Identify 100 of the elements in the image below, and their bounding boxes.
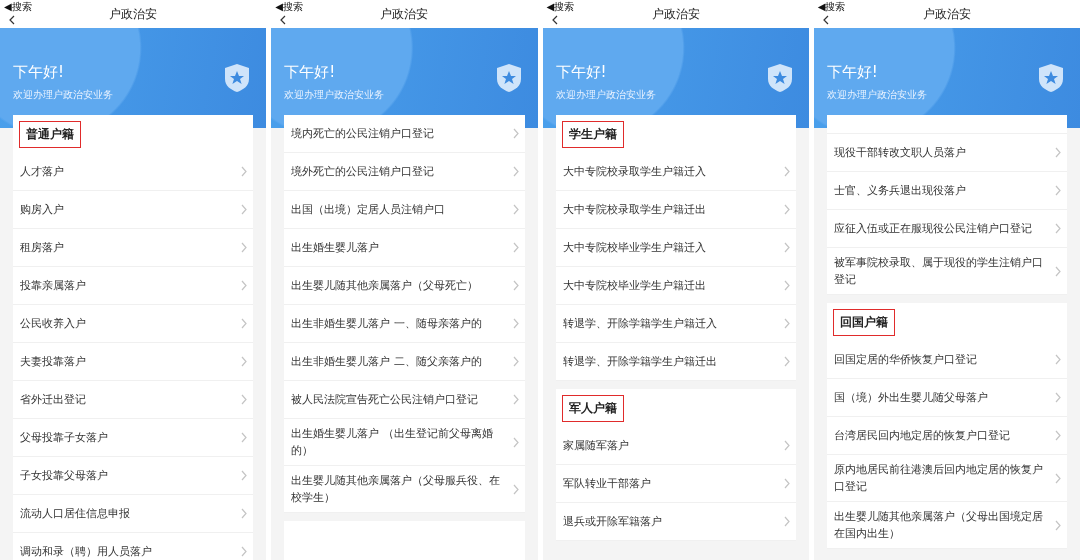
- list-item[interactable]: 大中专院校录取学生户籍迁出: [555, 191, 796, 229]
- list-item[interactable]: 转退学、开除学籍学生户籍迁入: [555, 305, 796, 343]
- chevron-icon: [512, 483, 519, 495]
- back-link[interactable]: ◀搜索: [4, 1, 32, 13]
- back-link[interactable]: ◀搜索: [546, 1, 575, 13]
- list-item[interactable]: 现役干部转改文职人员落户: [826, 134, 1067, 172]
- page-title: 户政治安: [109, 5, 158, 23]
- list-item[interactable]: 公民收养入户: [13, 305, 254, 343]
- list-item[interactable]: 境内死亡的公民注销户口登记: [284, 115, 525, 153]
- list-item[interactable]: 出生非婚生婴儿落户 一、随母亲落户的: [284, 305, 525, 343]
- chevron-icon: [512, 128, 519, 139]
- shield-star-icon: [1038, 63, 1064, 93]
- list-item[interactable]: 被人民法院宣告死亡公民注销户口登记: [284, 381, 525, 419]
- list-item[interactable]: 父母投靠子女落户: [13, 419, 254, 457]
- chevron-icon: [783, 204, 790, 215]
- page-title: 户政治安: [922, 5, 971, 23]
- list-item[interactable]: 出国（出境）定居人员注销户口: [284, 191, 525, 229]
- chevron-icon: [241, 318, 248, 329]
- list-item[interactable]: 被军事院校录取、属于现役的学生注销户口登记: [826, 248, 1067, 295]
- chevron-icon: [783, 440, 790, 451]
- chevron-icon: [1055, 223, 1061, 234]
- back-icon[interactable]: [821, 15, 830, 25]
- list-item[interactable]: 夫妻投靠落户: [13, 343, 254, 381]
- back-icon[interactable]: [279, 15, 288, 25]
- chevron-icon: [512, 280, 519, 291]
- section-title: 军人户籍: [561, 394, 624, 422]
- chevron-icon: [512, 242, 519, 253]
- list-item[interactable]: 出生婴儿随其他亲属落户（父母出国境定居在国内出生）: [826, 502, 1067, 549]
- list-item[interactable]: 出生婚生婴儿落户: [284, 229, 525, 267]
- list-item[interactable]: 境外死亡的公民注销户口登记: [284, 153, 525, 191]
- chevron-icon: [1055, 519, 1061, 531]
- chevron-icon: [241, 432, 248, 443]
- back-link[interactable]: ◀搜索: [817, 1, 846, 13]
- chevron-icon: [1055, 147, 1061, 158]
- list-item[interactable]: 应征入伍或正在服现役公民注销户口登记: [826, 210, 1067, 248]
- list-item[interactable]: 大中专院校毕业学生户籍迁出: [555, 267, 796, 305]
- list-item[interactable]: 退兵或开除军籍落户: [555, 503, 796, 541]
- back-icon[interactable]: [8, 15, 16, 25]
- greeting: 下午好!: [284, 63, 337, 82]
- chevron-icon: [1055, 265, 1061, 277]
- welcome-text: 欢迎办理户政治安业务: [284, 88, 385, 102]
- list-item[interactable]: 国（境）外出生婴儿随父母落户: [826, 379, 1067, 417]
- chevron-icon: [512, 436, 519, 448]
- list-item[interactable]: 投靠亲属落户: [13, 267, 254, 305]
- shield-star-icon: [495, 63, 522, 93]
- chevron-icon: [512, 166, 519, 177]
- list-item[interactable]: 调动和录（聘）用人员落户: [13, 533, 254, 560]
- chevron-icon: [241, 242, 248, 253]
- list-item[interactable]: 流动人口居住信息申报: [13, 495, 254, 533]
- list-item[interactable]: 家属随军落户: [555, 427, 796, 465]
- shield-star-icon: [766, 63, 793, 93]
- shield-star-icon: [224, 63, 251, 93]
- section-title: 学生户籍: [561, 120, 624, 148]
- chevron-icon: [1055, 392, 1061, 403]
- page-title: 户政治安: [380, 5, 429, 23]
- list-item[interactable]: 士官、义务兵退出现役落户: [826, 172, 1067, 210]
- chevron-icon: [783, 242, 790, 253]
- list-item[interactable]: 出生非婚生婴儿落户 二、随父亲落户的: [284, 343, 525, 381]
- list-item[interactable]: 租房落户: [13, 229, 254, 267]
- chevron-icon: [241, 356, 248, 367]
- welcome-text: 欢迎办理户政治安业务: [826, 88, 927, 102]
- list-item[interactable]: 子女投靠父母落户: [13, 457, 254, 495]
- chevron-icon: [241, 280, 248, 291]
- chevron-icon: [1055, 430, 1061, 441]
- welcome-text: 欢迎办理户政治安业务: [555, 88, 656, 102]
- chevron-icon: [783, 318, 790, 329]
- chevron-icon: [1055, 185, 1061, 196]
- chevron-icon: [1055, 354, 1061, 365]
- chevron-icon: [512, 356, 519, 367]
- list-item[interactable]: 台湾居民回内地定居的恢复户口登记: [826, 417, 1067, 455]
- chevron-icon: [241, 546, 248, 557]
- list-item[interactable]: 人才落户: [13, 153, 254, 191]
- chevron-icon: [512, 204, 519, 215]
- chevron-icon: [512, 318, 519, 329]
- list-item[interactable]: 省外迁出登记: [13, 381, 254, 419]
- chevron-icon: [241, 166, 248, 177]
- chevron-icon: [783, 478, 790, 489]
- chevron-icon: [241, 204, 248, 215]
- list-item[interactable]: 原内地居民前往港澳后回内地定居的恢复户口登记: [826, 455, 1067, 502]
- list-item[interactable]: 回国定居的华侨恢复户口登记: [826, 341, 1067, 379]
- back-link[interactable]: ◀搜索: [275, 1, 303, 13]
- list-item[interactable]: 出生婴儿随其他亲属落户（父母服兵役、在校学生）: [284, 466, 525, 513]
- list-item[interactable]: 购房入户: [13, 191, 254, 229]
- welcome-text: 欢迎办理户政治安业务: [13, 88, 113, 102]
- chevron-icon: [512, 394, 519, 405]
- chevron-icon: [783, 280, 790, 291]
- list-item[interactable]: 转退学、开除学籍学生户籍迁出: [555, 343, 796, 381]
- list-item[interactable]: 大中专院校毕业学生户籍迁入: [555, 229, 796, 267]
- chevron-icon: [783, 356, 790, 367]
- list-item[interactable]: 出生婚生婴儿落户 （出生登记前父母离婚的）: [284, 419, 525, 466]
- list-item[interactable]: 军队转业干部落户: [555, 465, 796, 503]
- greeting: 下午好!: [13, 63, 65, 82]
- list-item[interactable]: 出生婴儿随其他亲属落户（父母死亡）: [284, 267, 525, 305]
- greeting: 下午好!: [555, 63, 608, 82]
- section-title: 回国户籍: [832, 308, 895, 336]
- back-icon[interactable]: [550, 15, 559, 25]
- section-title: 普通户籍: [19, 120, 81, 148]
- list-item[interactable]: 大中专院校录取学生户籍迁入: [555, 153, 796, 191]
- chevron-icon: [241, 508, 248, 519]
- page-title: 户政治安: [651, 5, 700, 23]
